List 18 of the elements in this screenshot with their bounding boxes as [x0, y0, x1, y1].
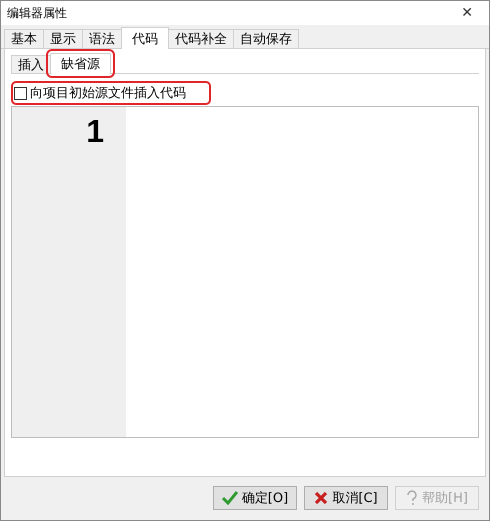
tab[interactable]: 语法 [82, 29, 122, 48]
checkbox[interactable] [14, 86, 27, 100]
cancel-button[interactable]: 取消[C] [304, 486, 388, 510]
code-editor[interactable]: 1 [11, 106, 479, 438]
window-title: 编辑器属性 [7, 4, 67, 22]
close-button[interactable]: ✕ [457, 5, 477, 21]
ok-button[interactable]: 确定[O] [213, 486, 297, 510]
tab[interactable]: 代码补全 [168, 29, 234, 48]
checkbox-label: 向项目初始源文件插入代码 [30, 85, 186, 102]
tab[interactable]: 显示 [43, 29, 83, 48]
tab[interactable]: 自动保存 [233, 29, 299, 48]
line-number: 1 [86, 113, 104, 149]
tab[interactable]: 代码 [121, 27, 169, 49]
question-icon [406, 490, 418, 506]
tab[interactable]: 基本 [4, 29, 44, 48]
check-icon [222, 491, 238, 505]
sub-tab[interactable]: 插入 [11, 55, 51, 73]
cross-icon [314, 491, 328, 505]
